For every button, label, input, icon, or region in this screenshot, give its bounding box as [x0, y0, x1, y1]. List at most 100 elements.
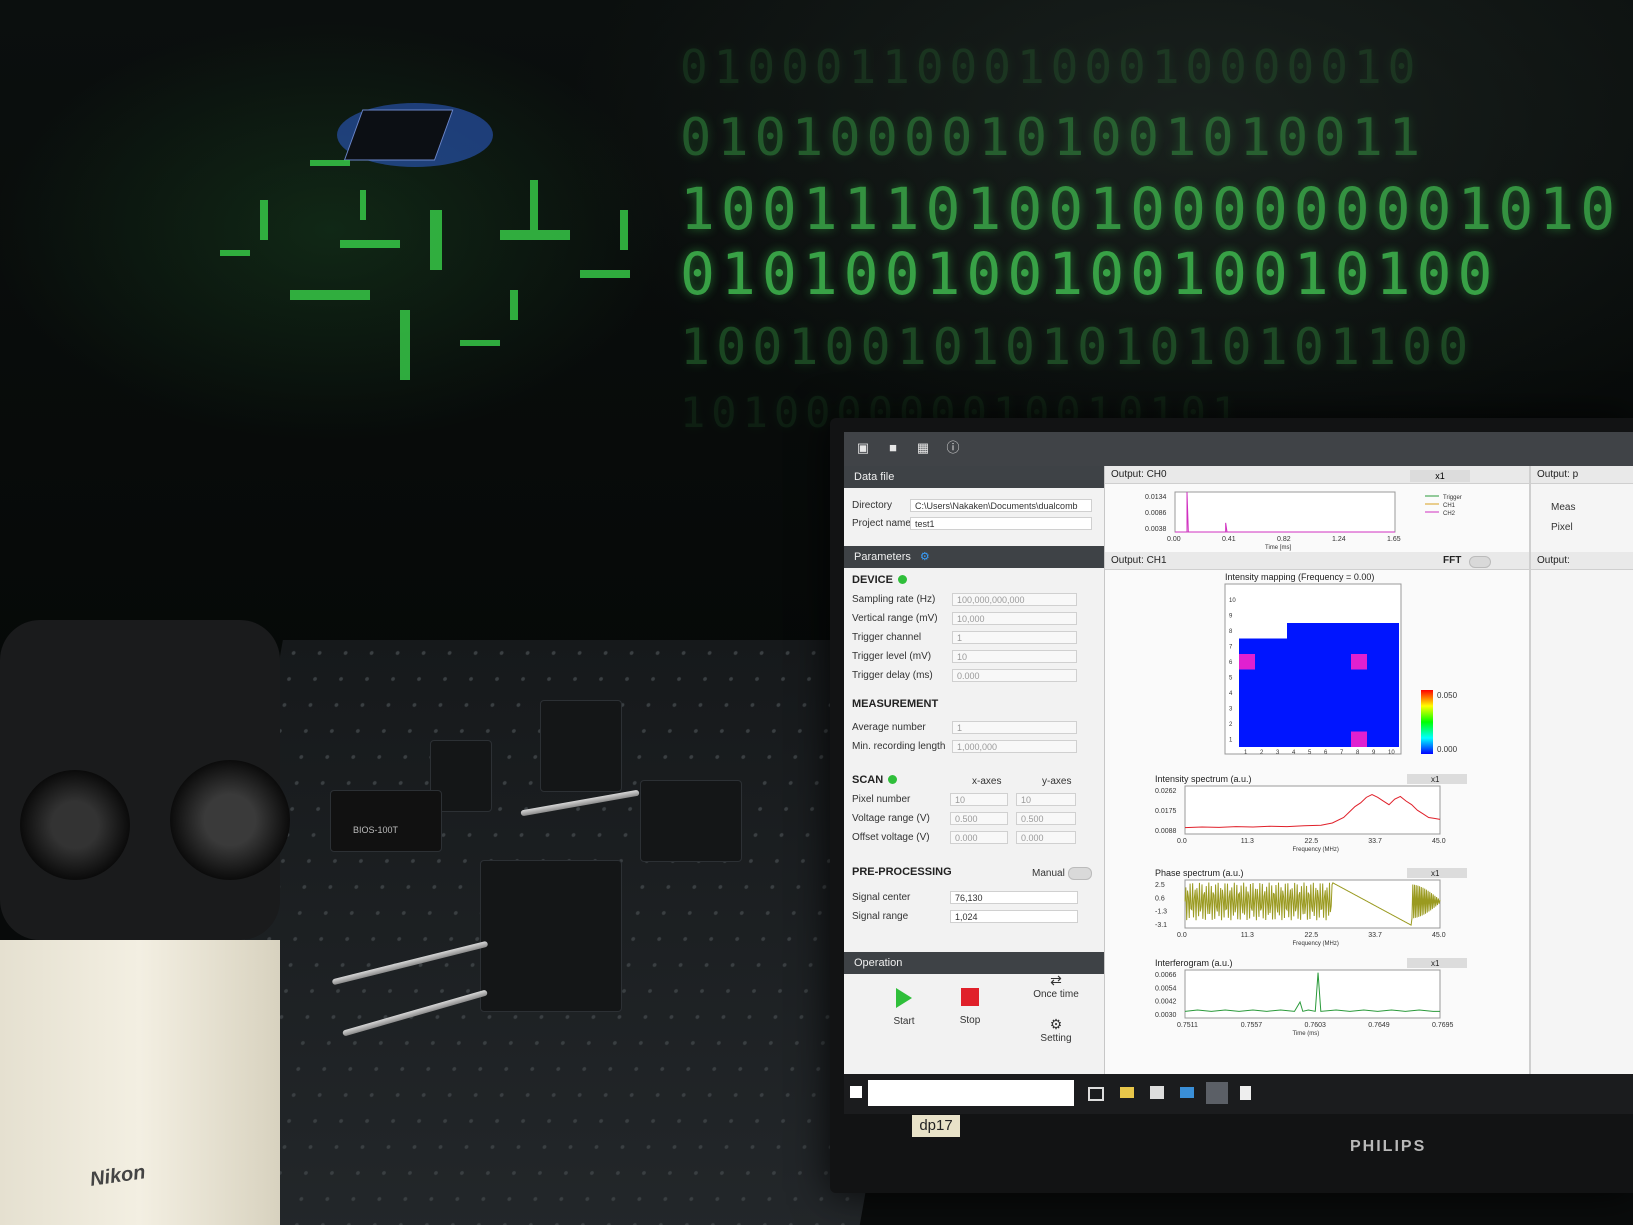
manual-label: Manual: [1032, 868, 1065, 879]
heatmap-cell: [1367, 654, 1383, 670]
heatmap-cell: [1319, 685, 1335, 701]
heatmap-cell: [1271, 623, 1287, 639]
settings-gear-icon[interactable]: ⚙: [920, 551, 930, 563]
scan-y-input[interactable]: 0.500: [1016, 812, 1076, 825]
heatmap-cell: [1303, 669, 1319, 685]
heatmap-cell: [1255, 700, 1271, 716]
project-name-label: Project name: [852, 518, 911, 529]
y-tick-label: -3.1: [1155, 922, 1167, 929]
taskbar-search-input[interactable]: [868, 1080, 1074, 1106]
device-group-title: DEVICE: [852, 574, 907, 586]
measurement-group-title: MEASUREMENT: [852, 698, 939, 710]
colorbar-max-label: 0.050: [1437, 691, 1458, 700]
legend-entry: CH2: [1443, 511, 1456, 517]
parameters-header: Parameters ⚙: [844, 546, 1104, 568]
windows-start-icon[interactable]: [850, 1086, 862, 1098]
heatmap-cell: [1255, 716, 1271, 732]
heatmap-cell: [1255, 731, 1271, 747]
document-icon[interactable]: [1240, 1086, 1251, 1100]
device-row-input[interactable]: 1: [952, 631, 1077, 644]
file-explorer-icon[interactable]: [1120, 1087, 1134, 1098]
heatmap-cell: [1335, 669, 1351, 685]
heatmap-cell: [1239, 607, 1255, 623]
heatmap-cell: [1319, 607, 1335, 623]
manual-toggle[interactable]: [1068, 867, 1092, 880]
heatmap-cell: [1287, 623, 1303, 639]
binary-row-1: 0100011000100010000010: [680, 40, 1422, 94]
heatmap-cell: [1367, 669, 1383, 685]
directory-input[interactable]: C:\Users\Nakaken\Documents\dualcomb: [910, 499, 1092, 512]
ch0-zoom-control[interactable]: x1: [1410, 470, 1470, 482]
scan-y-input[interactable]: 10: [1016, 793, 1076, 806]
meas-label: Meas: [1551, 502, 1576, 513]
device-row-input[interactable]: 10: [952, 650, 1077, 663]
heatmap-cell: [1303, 654, 1319, 670]
preprocessing-row-input[interactable]: 1,024: [950, 910, 1078, 923]
zoom-label: x1: [1431, 959, 1440, 968]
heatmap-cell: [1335, 731, 1351, 747]
heatmap-cell: [1271, 592, 1287, 608]
once-time-button[interactable]: ⇄ Once time: [1024, 972, 1088, 1008]
y-tick-label: 0.0134: [1145, 494, 1167, 501]
phase-spectrum-chart: Phase spectrum (a.u.) 0.0 11.3 22.5 33.7 45.0…: [1155, 868, 1467, 947]
heatmap-cell: [1239, 716, 1255, 732]
binary-row-5: 1001001010101010101100: [680, 318, 1475, 376]
y-tick-label: 2.5: [1155, 882, 1165, 889]
save-icon[interactable]: ▦: [916, 441, 930, 455]
start-label: Start: [893, 1016, 915, 1027]
heatmap-cell: [1271, 607, 1287, 623]
heatmap-cell: [1271, 685, 1287, 701]
measurement-row-input[interactable]: 1,000,000: [952, 740, 1077, 753]
intensity-spectrum-chart: Intensity spectrum (a.u.) 0.0 11.3 22.5 33.7…: [1155, 774, 1467, 853]
chart-title: Intensity spectrum (a.u.): [1155, 774, 1252, 784]
stop-button[interactable]: Stop: [950, 988, 990, 1038]
device-row-input[interactable]: 100,000,000,000: [952, 593, 1077, 606]
x-tick-label: 0.41: [1222, 536, 1236, 543]
scan-x-row-input[interactable]: 0.000: [950, 831, 1008, 844]
chart-title: Intensity mapping (Frequency = 0.00): [1225, 572, 1374, 582]
stop-icon: [961, 988, 979, 1006]
device-row-input[interactable]: 0.000: [952, 669, 1077, 682]
y-tick-label: -1.3: [1155, 909, 1167, 916]
info-icon[interactable]: ⓘ: [946, 441, 960, 455]
heatmap-cell: [1319, 669, 1335, 685]
preprocessing-row-input[interactable]: 76,130: [950, 891, 1078, 904]
heatmap-cell: [1271, 638, 1287, 654]
app-taskbar-icon[interactable]: [1206, 1082, 1228, 1104]
scan-y-input[interactable]: 0.000: [1016, 831, 1076, 844]
scan-x-row-label: Voltage range (V): [852, 813, 930, 824]
binary-row-4: 01010010010010010100: [680, 240, 1499, 308]
setting-button[interactable]: ⚙ Setting: [1024, 1016, 1088, 1052]
open-folder-icon[interactable]: ■: [886, 441, 900, 455]
heatmap-cell: [1239, 700, 1255, 716]
heatmap-cell: [1255, 638, 1271, 654]
mail-icon[interactable]: [1180, 1087, 1194, 1098]
y-axes-header: y-axes: [1042, 776, 1072, 787]
measurement-row-label: Average number: [852, 722, 926, 733]
x-tick-label: 0.0: [1177, 838, 1187, 845]
store-icon[interactable]: [1150, 1086, 1164, 1099]
fft-toggle[interactable]: [1469, 556, 1491, 568]
scan-x-row-input[interactable]: 0.500: [950, 812, 1008, 825]
x-tick-label: 33.7: [1368, 932, 1382, 939]
start-button[interactable]: Start: [884, 988, 924, 1038]
heatmap-cell: [1303, 638, 1319, 654]
task-view-icon[interactable]: [1088, 1087, 1104, 1101]
lab-photo-scene: 0100011000100010000010 01010000101001010…: [0, 0, 1633, 1225]
heatmap-cell: [1303, 592, 1319, 608]
heatmap-cell: [1351, 654, 1367, 670]
device-row-input[interactable]: 10,000: [952, 612, 1077, 625]
x-tick-label: 22.5: [1305, 932, 1319, 939]
preprocessing-row-label: Signal range: [852, 911, 909, 922]
x-tick-label: 11.3: [1241, 932, 1254, 939]
ch1-title: Output: CH1: [1111, 555, 1167, 566]
binary-row-2: 01010000101001010011: [680, 108, 1427, 168]
new-folder-icon[interactable]: ▣: [856, 441, 870, 455]
heatmap-cell: [1383, 607, 1399, 623]
project-name-input[interactable]: test1: [910, 517, 1092, 530]
scan-x-row-input[interactable]: 10: [950, 793, 1008, 806]
heatmap-cell: [1383, 669, 1399, 685]
output-header-2: Output:: [1531, 552, 1633, 570]
x-tick-label: 0.7695: [1432, 1022, 1454, 1029]
measurement-row-input[interactable]: 1: [952, 721, 1077, 734]
